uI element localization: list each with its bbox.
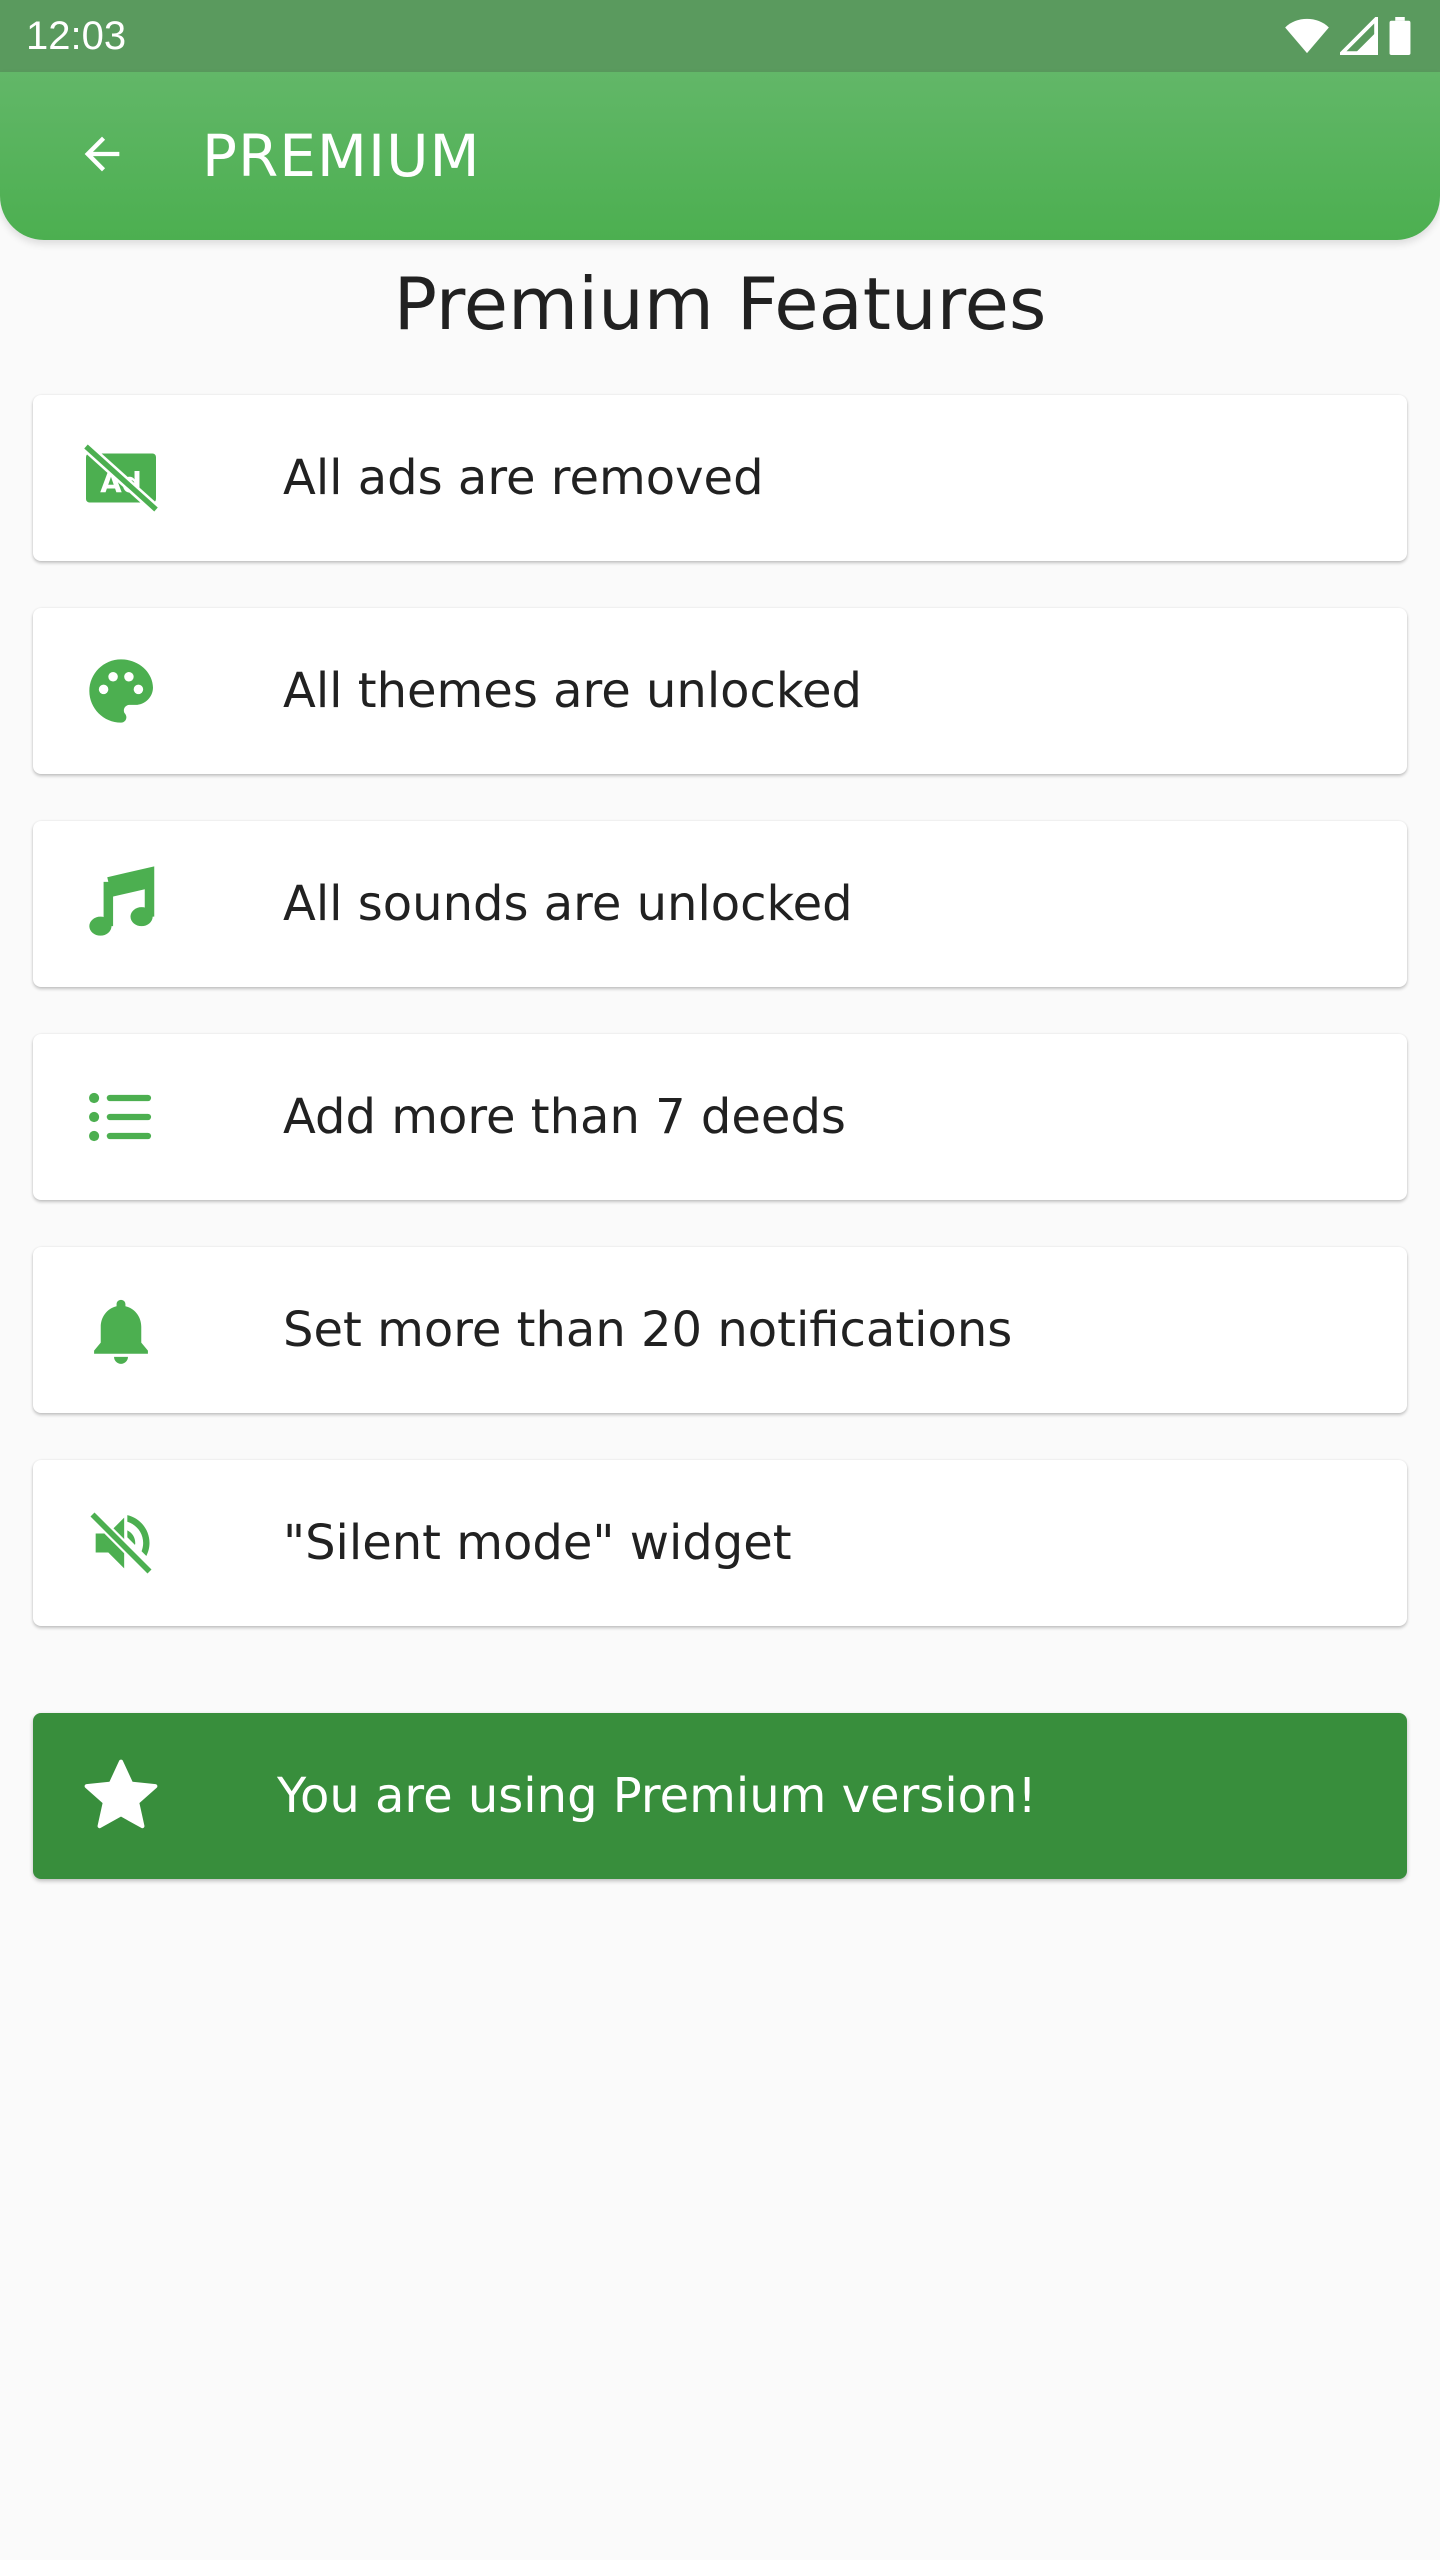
volume-off-icon [79,1501,163,1585]
status-bar: 12:03 [0,0,1440,72]
feature-label: Set more than 20 notifications [283,1302,1013,1358]
arrow-back-icon [76,128,128,184]
status-time: 12:03 [26,13,127,58]
star-icon [79,1754,163,1838]
signal-icon [1340,17,1378,55]
premium-status-banner: You are using Premium version! [33,1713,1407,1879]
feature-card-more-deeds: Add more than 7 deeds [33,1034,1407,1200]
feature-card-themes-unlocked: All themes are unlocked [33,608,1407,774]
feature-label: "Silent mode" widget [283,1515,792,1571]
app-bar: PREMIUM [0,72,1440,240]
feature-label: All themes are unlocked [283,663,862,719]
music-note-icon [79,862,163,946]
wifi-icon [1284,17,1330,55]
list-icon [79,1075,163,1159]
app-title: PREMIUM [202,122,481,190]
ads-off-icon: Ad [79,436,163,520]
feature-card-ads-removed: Ad All ads are removed [33,395,1407,561]
bell-icon [79,1288,163,1372]
back-button[interactable] [52,106,152,206]
battery-icon [1388,17,1412,55]
feature-label: All ads are removed [283,450,764,506]
palette-icon [79,649,163,733]
feature-card-more-notifications: Set more than 20 notifications [33,1247,1407,1413]
page-title: Premium Features [393,262,1047,346]
status-icons [1284,17,1412,55]
feature-card-silent-mode-widget: "Silent mode" widget [33,1460,1407,1626]
feature-label: All sounds are unlocked [283,876,853,932]
feature-label: Add more than 7 deeds [283,1089,846,1145]
feature-card-sounds-unlocked: All sounds are unlocked [33,821,1407,987]
premium-status-label: You are using Premium version! [277,1768,1037,1824]
